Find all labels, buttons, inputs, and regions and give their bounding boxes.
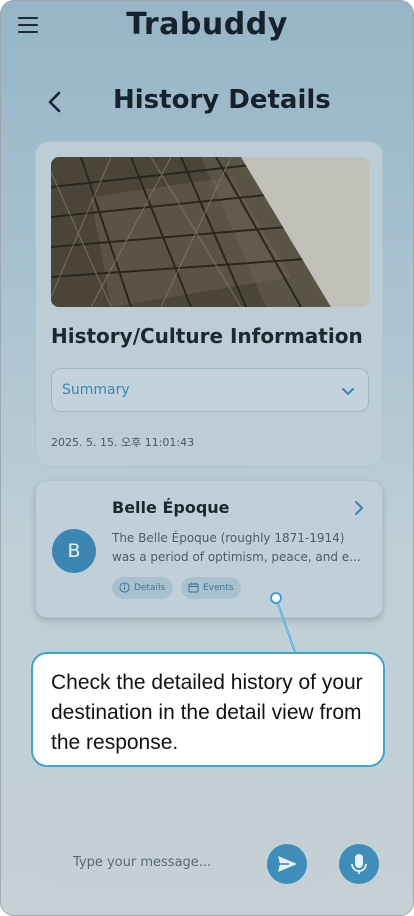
back-arrow-icon[interactable] xyxy=(45,89,67,115)
calendar-icon xyxy=(188,582,199,593)
history-item-card[interactable]: B Belle Époque The Belle Époque (roughly… xyxy=(35,480,383,618)
events-chip[interactable]: Events xyxy=(181,577,242,599)
message-input-bar[interactable]: Type your message... xyxy=(39,837,327,891)
description-line: was a period of optimism, peace, and e..… xyxy=(112,550,361,564)
timestamp: 2025. 5. 15. 오후 11:01:43 xyxy=(51,436,195,449)
chevron-right-icon[interactable] xyxy=(352,499,366,517)
message-input[interactable]: Type your message... xyxy=(73,855,211,870)
app-screen: Trabuddy History Details History/Culture… xyxy=(0,0,414,916)
dropdown-selected-value: Summary xyxy=(62,382,130,398)
history-item-title: Belle Époque xyxy=(112,498,230,517)
send-button[interactable] xyxy=(267,844,307,884)
summary-dropdown[interactable]: Summary xyxy=(51,368,369,412)
eiffel-tower-image xyxy=(51,157,369,307)
info-icon xyxy=(119,582,130,593)
description-line: The Belle Époque (roughly 1871-1914) xyxy=(112,531,345,545)
microphone-button[interactable] xyxy=(339,844,379,884)
microphone-icon xyxy=(351,854,367,874)
page-title: History Details xyxy=(113,85,331,115)
details-chip-label: Details xyxy=(134,583,166,593)
section-title: History/Culture Information xyxy=(51,324,363,348)
chevron-down-icon xyxy=(340,383,356,399)
onboarding-tooltip: Check the detailed history of your desti… xyxy=(31,652,385,767)
history-item-description: The Belle Époque (roughly 1871-1914) was… xyxy=(112,529,370,567)
history-info-card: History/Culture Information Summary 2025… xyxy=(35,141,383,467)
events-chip-label: Events xyxy=(203,583,234,593)
tooltip-text: Check the detailed history of your desti… xyxy=(51,671,363,754)
details-chip[interactable]: Details xyxy=(112,577,174,599)
avatar: B xyxy=(52,529,96,573)
send-icon xyxy=(278,856,297,872)
app-title: Trabuddy xyxy=(126,7,288,42)
